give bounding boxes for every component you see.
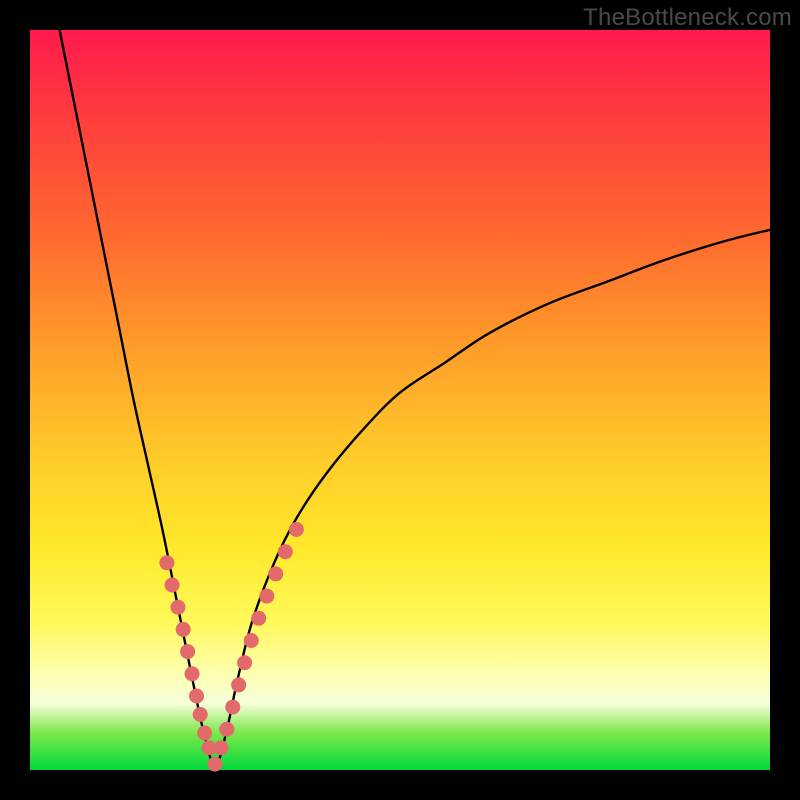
data-point <box>185 666 200 681</box>
data-point <box>289 522 304 537</box>
chart-frame: TheBottleneck.com <box>0 0 800 800</box>
data-point <box>268 566 283 581</box>
data-point <box>193 707 208 722</box>
watermark-text: TheBottleneck.com <box>583 4 792 32</box>
plot-area <box>30 30 770 770</box>
bottleneck-curve <box>60 30 770 766</box>
data-point <box>219 722 234 737</box>
data-point <box>189 689 204 704</box>
data-point <box>208 757 223 772</box>
data-point <box>180 644 195 659</box>
data-point <box>165 578 180 593</box>
data-point <box>259 589 274 604</box>
data-point <box>231 677 246 692</box>
data-point <box>159 555 174 570</box>
data-point <box>197 726 212 741</box>
data-point <box>176 622 191 637</box>
chart-svg <box>30 30 770 770</box>
marker-group <box>159 522 304 772</box>
data-point <box>244 633 259 648</box>
data-point <box>225 700 240 715</box>
data-point <box>171 600 186 615</box>
data-point <box>237 655 252 670</box>
data-point <box>278 544 293 559</box>
data-point <box>213 740 228 755</box>
data-point <box>251 611 266 626</box>
